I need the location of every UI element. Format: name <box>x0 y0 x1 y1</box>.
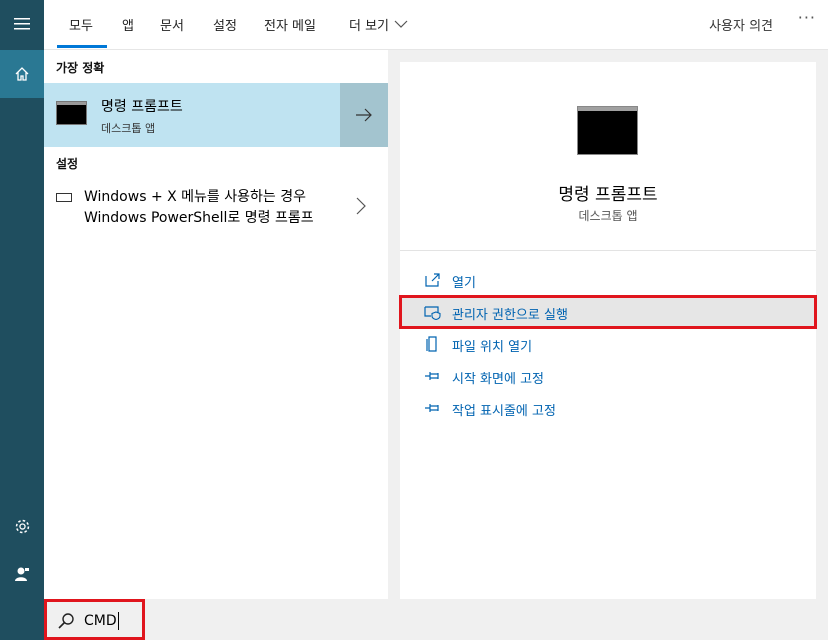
action-pin-to-start-label: 시작 화면에 고정 <box>452 372 544 387</box>
shield-icon <box>424 306 441 320</box>
arrow-right-icon <box>356 108 372 122</box>
best-match-header: 가장 정확 <box>56 61 105 75</box>
settings-header: 설정 <box>56 157 79 171</box>
best-match-main[interactable]: 명령 프롬프트 데스크톱 앱 <box>44 83 339 147</box>
preview-pane: 명령 프롬프트 데스크톱 앱 열기 관리자 권한으로 실행 파일 위치 열기 시… <box>399 62 817 599</box>
command-prompt-large-icon <box>577 106 638 155</box>
expand-arrow-button[interactable] <box>340 83 388 147</box>
action-open[interactable]: 열기 <box>400 264 816 296</box>
search-value: CMD <box>84 613 117 629</box>
tab-all[interactable]: 모두 <box>69 15 93 34</box>
search-icon <box>58 613 74 629</box>
results-pane: 가장 정확 명령 프롬프트 데스크톱 앱 설정 Windows + X 메뉴를 … <box>44 50 388 599</box>
action-pin-to-taskbar[interactable]: 작업 표시줄에 고정 <box>400 392 816 424</box>
action-open-file-location-label: 파일 위치 열기 <box>452 340 533 355</box>
pin-icon <box>425 404 439 412</box>
preview-subtitle: 데스크톱 앱 <box>578 209 638 223</box>
search-bar: CMD <box>44 599 828 640</box>
file-location-icon <box>426 336 437 352</box>
action-open-label: 열기 <box>452 276 476 291</box>
best-match-title: 명령 프롬프트 <box>101 99 183 115</box>
more-options-button[interactable]: ··· <box>798 8 816 27</box>
action-run-as-admin-label: 관리자 권한으로 실행 <box>452 308 568 323</box>
active-tab-indicator <box>57 45 107 48</box>
tab-apps[interactable]: 앱 <box>122 15 134 34</box>
gear-icon <box>15 519 29 533</box>
tab-more-label: 더 보기 <box>349 19 390 34</box>
account-button[interactable] <box>0 550 44 598</box>
user-icon <box>15 567 29 581</box>
home-icon <box>15 67 29 81</box>
start-sidebar <box>0 0 44 640</box>
action-run-as-admin[interactable]: 관리자 권한으로 실행 <box>399 295 817 329</box>
preview-divider <box>400 250 816 251</box>
hamburger-icon <box>14 18 30 30</box>
tab-more[interactable]: 더 보기 <box>349 15 408 34</box>
home-button[interactable] <box>0 50 44 98</box>
search-input[interactable]: CMD <box>44 599 145 640</box>
settings-result-label: Windows + X 메뉴를 사용하는 경우 Windows PowerShe… <box>84 189 314 226</box>
action-pin-to-taskbar-label: 작업 표시줄에 고정 <box>452 404 556 419</box>
settings-result-item[interactable]: Windows + X 메뉴를 사용하는 경우 Windows PowerShe… <box>44 181 388 233</box>
hamburger-menu-button[interactable] <box>0 0 44 48</box>
preview-title: 명령 프롬프트 <box>558 185 658 205</box>
open-icon <box>425 273 440 287</box>
action-pin-to-start[interactable]: 시작 화면에 고정 <box>400 360 816 392</box>
tab-email[interactable]: 전자 메일 <box>264 15 316 34</box>
command-prompt-icon <box>56 101 87 125</box>
best-match-item[interactable]: 명령 프롬프트 데스크톱 앱 <box>44 83 388 147</box>
search-filter-bar: 모두 앱 문서 설정 전자 메일 더 보기 사용자 의견 ··· <box>44 0 828 50</box>
pin-icon <box>425 372 439 380</box>
settings-button[interactable] <box>0 502 44 550</box>
tab-settings[interactable]: 설정 <box>213 15 237 34</box>
search-input-text: CMD <box>84 612 119 630</box>
feedback-link[interactable]: 사용자 의견 <box>709 15 773 34</box>
chevron-right-icon <box>356 197 366 215</box>
keyboard-icon <box>56 193 72 202</box>
chevron-down-icon <box>394 20 408 28</box>
text-caret <box>117 612 119 630</box>
tab-documents[interactable]: 문서 <box>160 15 184 34</box>
best-match-subtitle: 데스크톱 앱 <box>101 122 156 135</box>
action-open-file-location[interactable]: 파일 위치 열기 <box>400 328 816 360</box>
